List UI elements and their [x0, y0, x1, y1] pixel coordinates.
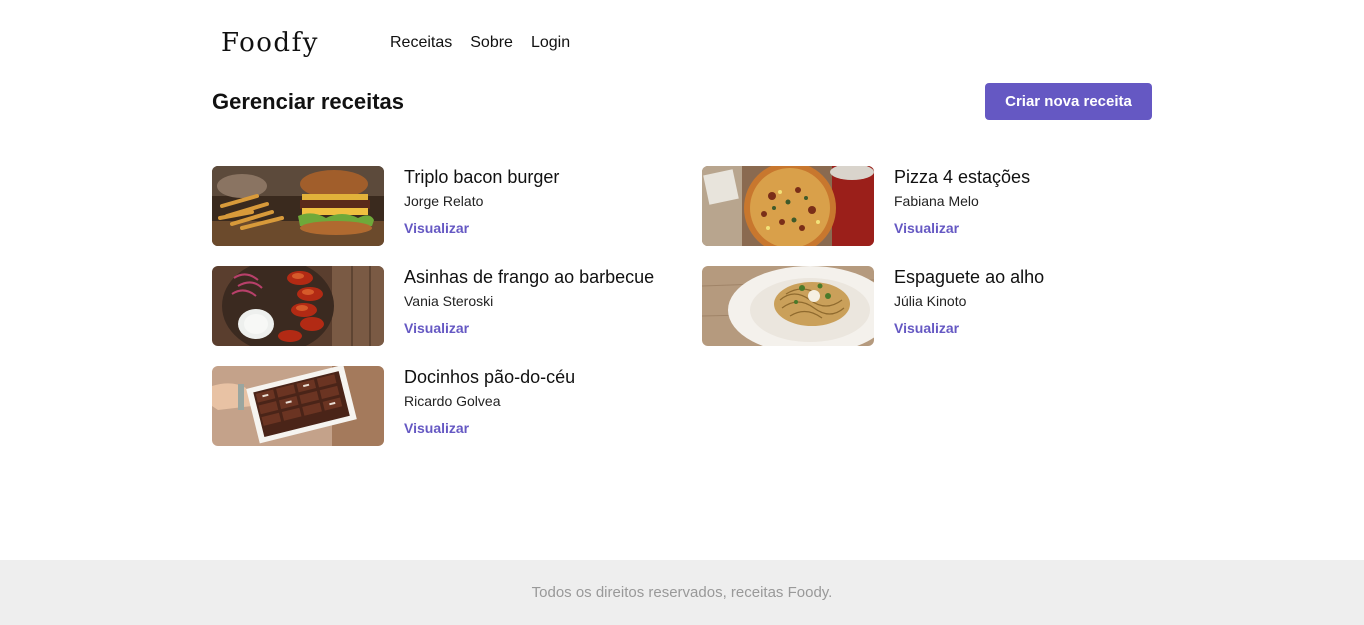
- chicken-wings-photo: [212, 266, 384, 346]
- recipe-info: Asinhas de frango ao barbecue Vania Ster…: [404, 266, 654, 346]
- recipe-card: Asinhas de frango ao barbecue Vania Ster…: [212, 266, 702, 346]
- recipe-title: Asinhas de frango ao barbecue: [404, 267, 655, 287]
- sweets-photo: [212, 366, 384, 446]
- nav-link-receitas[interactable]: Receitas: [390, 34, 452, 52]
- spaghetti-photo: [702, 266, 874, 346]
- site-footer: Todos os direitos reservados, receitas F…: [0, 560, 1364, 625]
- site-header: Foodfy Receitas Sobre Login: [212, 22, 1152, 64]
- main-nav: Receitas Sobre Login: [390, 34, 588, 52]
- nav-link-login[interactable]: Login: [531, 34, 570, 52]
- page-title: Gerenciar receitas: [212, 88, 405, 114]
- recipe-author: Jorge Relato: [404, 193, 484, 209]
- recipe-card: Docinhos pão-do-céu Ricardo Golvea Visua…: [212, 366, 702, 446]
- recipe-title: Espaguete ao alho: [894, 267, 1045, 287]
- recipe-title: Docinhos pão-do-céu: [404, 367, 576, 387]
- site-logo[interactable]: Foodfy: [221, 28, 390, 58]
- recipe-author: Ricardo Golvea: [404, 393, 501, 409]
- nav-link-sobre[interactable]: Sobre: [470, 34, 513, 52]
- recipe-card: Triplo bacon burger Jorge Relato Visuali…: [212, 166, 702, 246]
- pizza-photo: [702, 166, 874, 246]
- recipe-card: Espaguete ao alho Júlia Kinoto Visualiza…: [702, 266, 1152, 346]
- recipe-title: Triplo bacon burger: [404, 167, 560, 187]
- recipe-author: Fabiana Melo: [894, 193, 979, 209]
- footer-copyright: Todos os direitos reservados, receitas F…: [531, 584, 833, 601]
- create-recipe-button[interactable]: Criar nova receita: [985, 83, 1152, 120]
- view-recipe-link[interactable]: Visualizar: [404, 220, 559, 236]
- burger-photo: [212, 166, 384, 246]
- view-recipe-link[interactable]: Visualizar: [894, 220, 1030, 236]
- recipe-info: Pizza 4 estações Fabiana Melo Visualizar: [894, 166, 1030, 246]
- view-recipe-link[interactable]: Visualizar: [404, 320, 654, 336]
- view-recipe-link[interactable]: Visualizar: [404, 420, 575, 436]
- recipe-card: Pizza 4 estações Fabiana Melo Visualizar: [702, 166, 1152, 246]
- recipe-title: Pizza 4 estações: [894, 167, 1031, 187]
- recipe-info: Docinhos pão-do-céu Ricardo Golvea Visua…: [404, 366, 575, 446]
- recipe-info: Triplo bacon burger Jorge Relato Visuali…: [404, 166, 559, 246]
- page: Foodfy Receitas Sobre Login Gerenciar re…: [0, 0, 1364, 625]
- recipe-list: Triplo bacon burger Jorge Relato Visuali…: [212, 166, 1152, 446]
- recipe-author: Júlia Kinoto: [894, 293, 967, 309]
- page-title-row: Gerenciar receitas Criar nova receita: [212, 83, 1152, 120]
- recipe-info: Espaguete ao alho Júlia Kinoto Visualiza…: [894, 266, 1044, 346]
- recipe-author: Vania Steroski: [404, 293, 494, 309]
- view-recipe-link[interactable]: Visualizar: [894, 320, 1044, 336]
